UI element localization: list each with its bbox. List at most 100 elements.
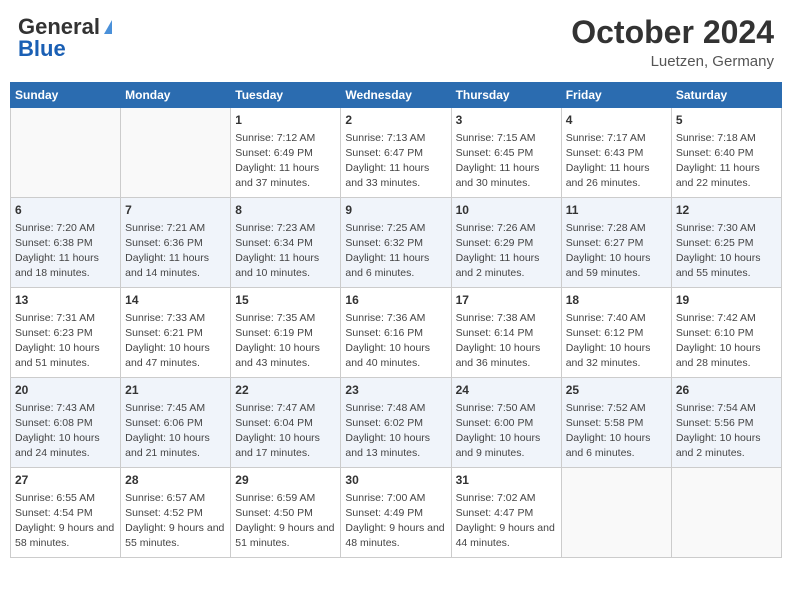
day-info: Sunrise: 7:18 AM Sunset: 6:40 PM Dayligh… — [676, 131, 777, 192]
day-number: 31 — [456, 472, 557, 489]
table-row: 27Sunrise: 6:55 AM Sunset: 4:54 PM Dayli… — [11, 468, 121, 558]
day-info: Sunrise: 7:45 AM Sunset: 6:06 PM Dayligh… — [125, 401, 226, 462]
table-row: 18Sunrise: 7:40 AM Sunset: 6:12 PM Dayli… — [561, 288, 671, 378]
calendar-week-1: 1 Sunrise: 7:12 AM Sunset: 6:49 PM Daylig… — [11, 108, 782, 198]
day-number: 16 — [345, 292, 446, 309]
day-info: Sunrise: 7:33 AM Sunset: 6:21 PM Dayligh… — [125, 311, 226, 372]
day-info: Sunrise: 7:50 AM Sunset: 6:00 PM Dayligh… — [456, 401, 557, 462]
table-row: 30 Sunrise: 7:00 AM Sunset: 4:49 PM Dayli… — [341, 468, 451, 558]
table-row: 10 Sunrise: 7:26 AM Sunset: 6:29 PM Dayli… — [451, 198, 561, 288]
day-info: Sunrise: 7:00 AM Sunset: 4:49 PM Dayligh… — [345, 491, 446, 552]
day-info: Sunrise: 7:25 AM Sunset: 6:32 PM Dayligh… — [345, 221, 446, 282]
logo-triangle-icon — [104, 20, 112, 34]
table-row: 2 Sunrise: 7:13 AM Sunset: 6:47 PM Daylig… — [341, 108, 451, 198]
day-number: 23 — [345, 382, 446, 399]
day-number: 2 — [345, 112, 446, 129]
day-info: Sunrise: 7:20 AM Sunset: 6:38 PM Dayligh… — [15, 221, 116, 282]
day-number: 15 — [235, 292, 336, 309]
day-number: 18 — [566, 292, 667, 309]
table-row: 12Sunrise: 7:30 AM Sunset: 6:25 PM Dayli… — [671, 198, 781, 288]
table-row: 9 Sunrise: 7:25 AM Sunset: 6:32 PM Daylig… — [341, 198, 451, 288]
day-number: 5 — [676, 112, 777, 129]
col-friday: Friday — [561, 83, 671, 108]
day-number: 25 — [566, 382, 667, 399]
day-info: Sunrise: 7:38 AM Sunset: 6:14 PM Dayligh… — [456, 311, 557, 372]
day-number: 9 — [345, 202, 446, 219]
day-info: Sunrise: 7:28 AM Sunset: 6:27 PM Dayligh… — [566, 221, 667, 282]
day-info: Sunrise: 7:35 AM Sunset: 6:19 PM Dayligh… — [235, 311, 336, 372]
day-info: Sunrise: 7:13 AM Sunset: 6:47 PM Dayligh… — [345, 131, 446, 192]
day-number: 30 — [345, 472, 446, 489]
day-info: Sunrise: 7:23 AM Sunset: 6:34 PM Dayligh… — [235, 221, 336, 282]
day-number: 27 — [15, 472, 116, 489]
table-row: 7 Sunrise: 7:21 AM Sunset: 6:36 PM Daylig… — [121, 198, 231, 288]
day-info: Sunrise: 7:02 AM Sunset: 4:47 PM Dayligh… — [456, 491, 557, 552]
day-number: 6 — [15, 202, 116, 219]
table-row: 25 Sunrise: 7:52 AM Sunset: 5:58 PM Dayli… — [561, 378, 671, 468]
day-number: 22 — [235, 382, 336, 399]
col-tuesday: Tuesday — [231, 83, 341, 108]
table-row: 26Sunrise: 7:54 AM Sunset: 5:56 PM Dayli… — [671, 378, 781, 468]
day-number: 20 — [15, 382, 116, 399]
day-info: Sunrise: 6:57 AM Sunset: 4:52 PM Dayligh… — [125, 491, 226, 552]
day-info: Sunrise: 7:48 AM Sunset: 6:02 PM Dayligh… — [345, 401, 446, 462]
day-number: 19 — [676, 292, 777, 309]
calendar-week-2: 6 Sunrise: 7:20 AM Sunset: 6:38 PM Daylig… — [11, 198, 782, 288]
day-info: Sunrise: 7:31 AM Sunset: 6:23 PM Dayligh… — [15, 311, 116, 372]
day-number: 29 — [235, 472, 336, 489]
day-number: 17 — [456, 292, 557, 309]
table-row: 23 Sunrise: 7:48 AM Sunset: 6:02 PM Dayli… — [341, 378, 451, 468]
day-info: Sunrise: 6:59 AM Sunset: 4:50 PM Dayligh… — [235, 491, 336, 552]
table-row: 14Sunrise: 7:33 AM Sunset: 6:21 PM Dayli… — [121, 288, 231, 378]
table-row: 4 Sunrise: 7:17 AM Sunset: 6:43 PM Daylig… — [561, 108, 671, 198]
day-info: Sunrise: 7:52 AM Sunset: 5:58 PM Dayligh… — [566, 401, 667, 462]
calendar-week-5: 27Sunrise: 6:55 AM Sunset: 4:54 PM Dayli… — [11, 468, 782, 558]
day-number: 24 — [456, 382, 557, 399]
col-wednesday: Wednesday — [341, 83, 451, 108]
day-info: Sunrise: 7:43 AM Sunset: 6:08 PM Dayligh… — [15, 401, 116, 462]
day-info: Sunrise: 7:26 AM Sunset: 6:29 PM Dayligh… — [456, 221, 557, 282]
table-row: 22 Sunrise: 7:47 AM Sunset: 6:04 PM Dayli… — [231, 378, 341, 468]
table-row: 20 Sunrise: 7:43 AM Sunset: 6:08 PM Dayli… — [11, 378, 121, 468]
table-row: 19 Sunrise: 7:42 AM Sunset: 6:10 PM Dayli… — [671, 288, 781, 378]
month-info: October 2024 Luetzen, Germany — [571, 14, 774, 70]
day-number: 11 — [566, 202, 667, 219]
table-row: 15 Sunrise: 7:35 AM Sunset: 6:19 PM Dayli… — [231, 288, 341, 378]
day-info: Sunrise: 7:54 AM Sunset: 5:56 PM Dayligh… — [676, 401, 777, 462]
table-row — [11, 108, 121, 198]
table-row — [121, 108, 231, 198]
day-number: 4 — [566, 112, 667, 129]
month-title: October 2024 — [571, 14, 774, 51]
day-info: Sunrise: 7:21 AM Sunset: 6:36 PM Dayligh… — [125, 221, 226, 282]
table-row — [671, 468, 781, 558]
day-info: Sunrise: 7:47 AM Sunset: 6:04 PM Dayligh… — [235, 401, 336, 462]
calendar-header-row: Sunday Monday Tuesday Wednesday Thursday… — [11, 83, 782, 108]
table-row: 24 Sunrise: 7:50 AM Sunset: 6:00 PM Dayli… — [451, 378, 561, 468]
logo-blue-text: Blue — [18, 36, 66, 62]
day-info: Sunrise: 7:15 AM Sunset: 6:45 PM Dayligh… — [456, 131, 557, 192]
location: Luetzen, Germany — [571, 53, 774, 70]
table-row: 13 Sunrise: 7:31 AM Sunset: 6:23 PM Dayli… — [11, 288, 121, 378]
logo: General Blue — [18, 14, 112, 62]
day-info: Sunrise: 7:17 AM Sunset: 6:43 PM Dayligh… — [566, 131, 667, 192]
col-saturday: Saturday — [671, 83, 781, 108]
col-monday: Monday — [121, 83, 231, 108]
table-row: 1 Sunrise: 7:12 AM Sunset: 6:49 PM Daylig… — [231, 108, 341, 198]
day-number: 13 — [15, 292, 116, 309]
col-sunday: Sunday — [11, 83, 121, 108]
calendar-week-4: 20 Sunrise: 7:43 AM Sunset: 6:08 PM Dayli… — [11, 378, 782, 468]
day-number: 21 — [125, 382, 226, 399]
day-info: Sunrise: 7:12 AM Sunset: 6:49 PM Dayligh… — [235, 131, 336, 192]
table-row: 31 Sunrise: 7:02 AM Sunset: 4:47 PM Dayli… — [451, 468, 561, 558]
day-number: 1 — [235, 112, 336, 129]
table-row: 21 Sunrise: 7:45 AM Sunset: 6:06 PM Dayli… — [121, 378, 231, 468]
day-number: 7 — [125, 202, 226, 219]
table-row — [561, 468, 671, 558]
calendar-table: Sunday Monday Tuesday Wednesday Thursday… — [10, 82, 782, 558]
day-number: 10 — [456, 202, 557, 219]
table-row: 17 Sunrise: 7:38 AM Sunset: 6:14 PM Dayli… — [451, 288, 561, 378]
table-row: 16Sunrise: 7:36 AM Sunset: 6:16 PM Dayli… — [341, 288, 451, 378]
day-number: 28 — [125, 472, 226, 489]
day-info: Sunrise: 7:42 AM Sunset: 6:10 PM Dayligh… — [676, 311, 777, 372]
table-row: 8Sunrise: 7:23 AM Sunset: 6:34 PM Daylig… — [231, 198, 341, 288]
